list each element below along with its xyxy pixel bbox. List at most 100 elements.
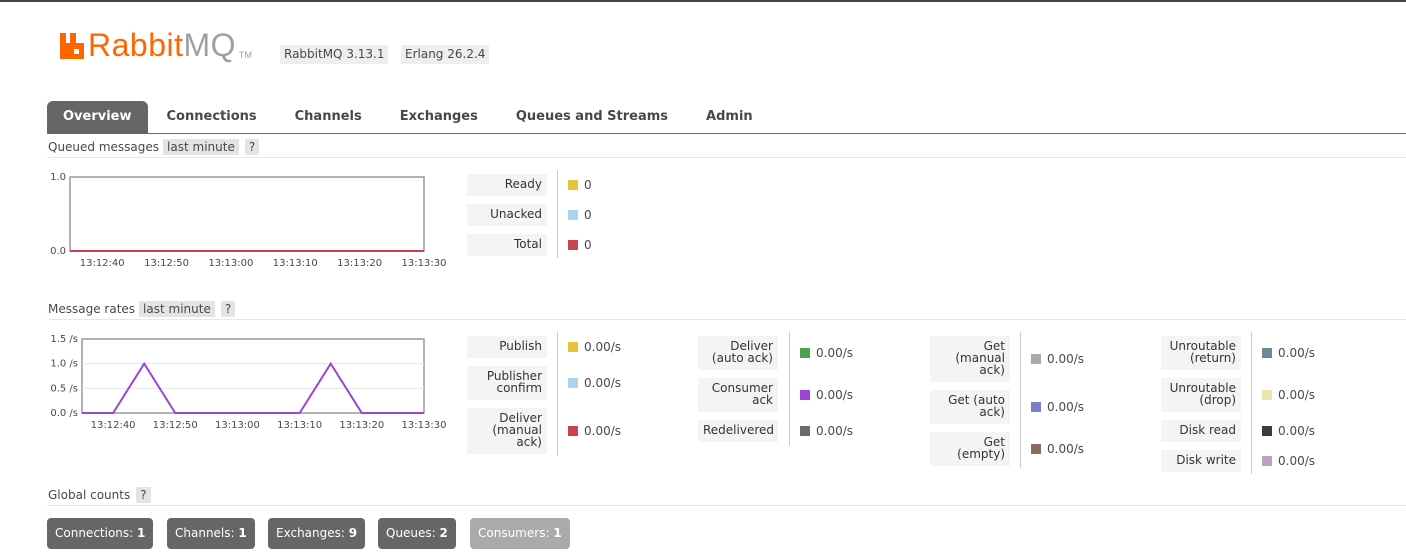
x-tick-label: 13:13:20 [339, 420, 384, 431]
x-tick-label: 13:13:30 [402, 258, 447, 269]
global-counts-heading: Global counts ? [48, 486, 151, 504]
main-nav-tabs: Overview Connections Channels Exchanges … [47, 101, 772, 133]
rabbitmq-logo[interactable]: Rabbit MQ TM [58, 28, 252, 62]
global-rule [47, 505, 1406, 506]
rates-range-toggle[interactable]: last minute [139, 301, 215, 317]
exchanges-count-button[interactable]: Exchanges: 9 [268, 518, 366, 549]
legend-unroutable-drop-label: Unroutable (drop) [1161, 378, 1241, 412]
legend-get-auto-ack-value: 0.00/s [1031, 400, 1084, 414]
consumer-ack-swatch [800, 390, 810, 400]
publisher-confirm-swatch [568, 378, 578, 388]
queued-messages-title: Queued messages [48, 140, 160, 154]
legend-unroutable-return-label: Unroutable (return) [1161, 336, 1241, 370]
legend-redelivered-value: 0.00/s [800, 424, 853, 438]
message-rates-title: Message rates [48, 302, 136, 316]
legend-disk-write-label: Disk write [1161, 450, 1241, 472]
y-tick-label: 0.0 [50, 246, 66, 257]
logo-mq-text: MQ [183, 27, 237, 63]
queued-range-toggle[interactable]: last minute [163, 139, 239, 155]
legend-total-label: Total [467, 234, 547, 256]
tab-overview[interactable]: Overview [47, 101, 148, 133]
tab-connections[interactable]: Connections [148, 101, 276, 133]
publish-swatch [568, 342, 578, 352]
tab-channels[interactable]: Channels [276, 101, 381, 133]
x-tick-label: 13:13:00 [208, 258, 253, 269]
erlang-badge: Erlang 26.2.4 [401, 45, 490, 64]
global-counts-title: Global counts [48, 488, 131, 502]
global-help-button[interactable]: ? [136, 487, 151, 503]
queues-count-button[interactable]: Queues: 2 [378, 518, 456, 549]
legend-deliver-manual-ack-label: Deliver (manual ack) [467, 408, 547, 454]
disk-write-swatch [1262, 456, 1272, 466]
legend-get-manual-ack-label: Get (manual ack) [930, 336, 1010, 382]
x-tick-label: 13:12:50 [153, 420, 198, 431]
tab-exchanges[interactable]: Exchanges [381, 101, 497, 133]
rates-rule [47, 319, 1406, 320]
y-tick-label: 1.0 /s [50, 359, 78, 370]
legend-consumer-ack-label: Consumer ack [698, 378, 778, 412]
legend-publisher-confirm-label: Publisher confirm [467, 366, 547, 400]
legend-publish-label: Publish [467, 336, 547, 358]
channels-count-button[interactable]: Channels: 1 [167, 518, 255, 549]
x-tick-label: 13:12:50 [144, 258, 189, 269]
get-manual-ack-swatch [1031, 354, 1041, 364]
legend-get-empty-value: 0.00/s [1031, 442, 1084, 456]
logo-rabbit-text: Rabbit [88, 27, 184, 63]
legend-ready-label: Ready [467, 174, 547, 196]
legend-get-auto-ack-label: Get (auto ack) [930, 390, 1010, 424]
rates-help-button[interactable]: ? [220, 301, 236, 317]
consumers-count-button[interactable]: Consumers: 1 [470, 518, 570, 549]
legend-get-manual-ack-value: 0.00/s [1031, 352, 1084, 366]
total-swatch [568, 240, 578, 250]
deliver-manual-ack-swatch [568, 426, 578, 436]
x-tick-label: 13:13:10 [273, 258, 318, 269]
rates-col3-separator [1020, 332, 1021, 468]
legend-deliver-manual-ack-value: 0.00/s [568, 424, 621, 438]
queued-help-button[interactable]: ? [244, 139, 260, 155]
x-tick-label: 13:13:20 [337, 258, 382, 269]
message-rates-chart: 0.0 /s 0.5 /s 1.0 /s 1.5 /s 13:12:40 13:12:50… [50, 334, 447, 431]
y-tick-label: 1.5 /s [50, 334, 78, 345]
rabbit-icon [60, 33, 84, 59]
legend-deliver-auto-ack-value: 0.00/s [800, 346, 853, 360]
x-tick-label: 13:13:30 [402, 420, 447, 431]
plot-frame [81, 338, 425, 414]
rates-col2-separator [789, 332, 790, 446]
unacked-swatch [568, 210, 578, 220]
queued-rule [47, 157, 1406, 158]
legend-consumer-ack-value: 0.00/s [800, 388, 853, 402]
legend-unroutable-drop-value: 0.00/s [1262, 388, 1315, 402]
get-auto-ack-swatch [1031, 402, 1041, 412]
plot-frame [69, 176, 425, 252]
legend-total-value: 0 [568, 238, 592, 252]
y-tick-label: 1.0 [50, 172, 66, 183]
ready-swatch [568, 180, 578, 190]
legend-deliver-auto-ack-label: Deliver (auto ack) [698, 336, 778, 370]
queued-legend-separator [557, 170, 558, 258]
x-tick-label: 13:13:10 [277, 420, 322, 431]
unroutable-return-swatch [1262, 348, 1272, 358]
message-rates-heading: Message rates last minute ? [48, 300, 236, 318]
tab-queues-and-streams[interactable]: Queues and Streams [497, 101, 687, 133]
x-tick-label: 13:12:40 [80, 258, 125, 269]
legend-get-empty-label: Get (empty) [930, 432, 1010, 466]
connections-count-button[interactable]: Connections: 1 [47, 518, 154, 549]
rates-col1-separator [557, 332, 558, 456]
legend-publisher-confirm-value: 0.00/s [568, 376, 621, 390]
tab-admin[interactable]: Admin [687, 101, 772, 133]
y-tick-label: 0.0 /s [50, 408, 78, 419]
redelivered-swatch [800, 426, 810, 436]
legend-unacked-value: 0 [568, 208, 592, 222]
rates-col4-separator [1251, 332, 1252, 474]
deliver-auto-ack-swatch [800, 348, 810, 358]
x-tick-label: 13:12:40 [91, 420, 136, 431]
tabs-underline [47, 133, 1406, 134]
legend-disk-write-value: 0.00/s [1262, 454, 1315, 468]
legend-unroutable-return-value: 0.00/s [1262, 346, 1315, 360]
legend-disk-read-label: Disk read [1161, 420, 1241, 442]
y-tick-label: 0.5 /s [50, 383, 78, 394]
version-badge: RabbitMQ 3.13.1 [280, 45, 389, 64]
unroutable-drop-swatch [1262, 390, 1272, 400]
legend-publish-value: 0.00/s [568, 340, 621, 354]
legend-unacked-label: Unacked [467, 204, 547, 226]
